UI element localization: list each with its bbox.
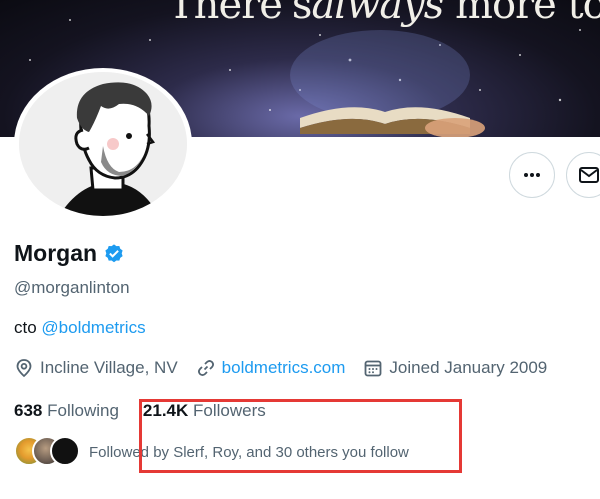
avatar <box>50 436 80 466</box>
more-button[interactable] <box>509 152 555 198</box>
joined-text: Joined January 2009 <box>389 358 548 377</box>
follower-facepile <box>14 436 80 468</box>
mail-icon <box>579 167 599 183</box>
following-count: 638 <box>14 401 43 420</box>
website-item: boldmetrics.com <box>196 358 346 378</box>
more-icon <box>524 173 540 177</box>
location-icon <box>16 359 32 378</box>
profile-name-row: Morgan <box>14 240 125 267</box>
following-label: Following <box>47 401 119 420</box>
website-link[interactable]: boldmetrics.com <box>222 358 346 378</box>
profile-avatar[interactable] <box>14 68 192 220</box>
highlight-box <box>139 399 462 473</box>
profile-meta: Incline Village, NV boldmetrics.com Join… <box>14 358 565 378</box>
profile-name: Morgan <box>14 240 98 266</box>
profile-handle: @morganlinton <box>14 278 130 297</box>
calendar-icon <box>365 360 382 377</box>
message-button[interactable] <box>566 152 600 198</box>
banner-text: There'salways more to learn <box>168 0 600 28</box>
bio-text: cto <box>14 318 42 337</box>
avatar-illustration <box>19 72 187 216</box>
profile-bio: cto @boldmetrics <box>14 318 146 338</box>
following-stat[interactable]: 638 Following <box>14 401 119 421</box>
location-item: Incline Village, NV <box>14 358 178 378</box>
location-text: Incline Village, NV <box>40 358 178 377</box>
joined-item: Joined January 2009 <box>363 358 547 378</box>
bio-mention-link[interactable]: @boldmetrics <box>41 318 145 337</box>
link-icon <box>197 360 214 376</box>
verified-icon[interactable] <box>103 243 125 265</box>
